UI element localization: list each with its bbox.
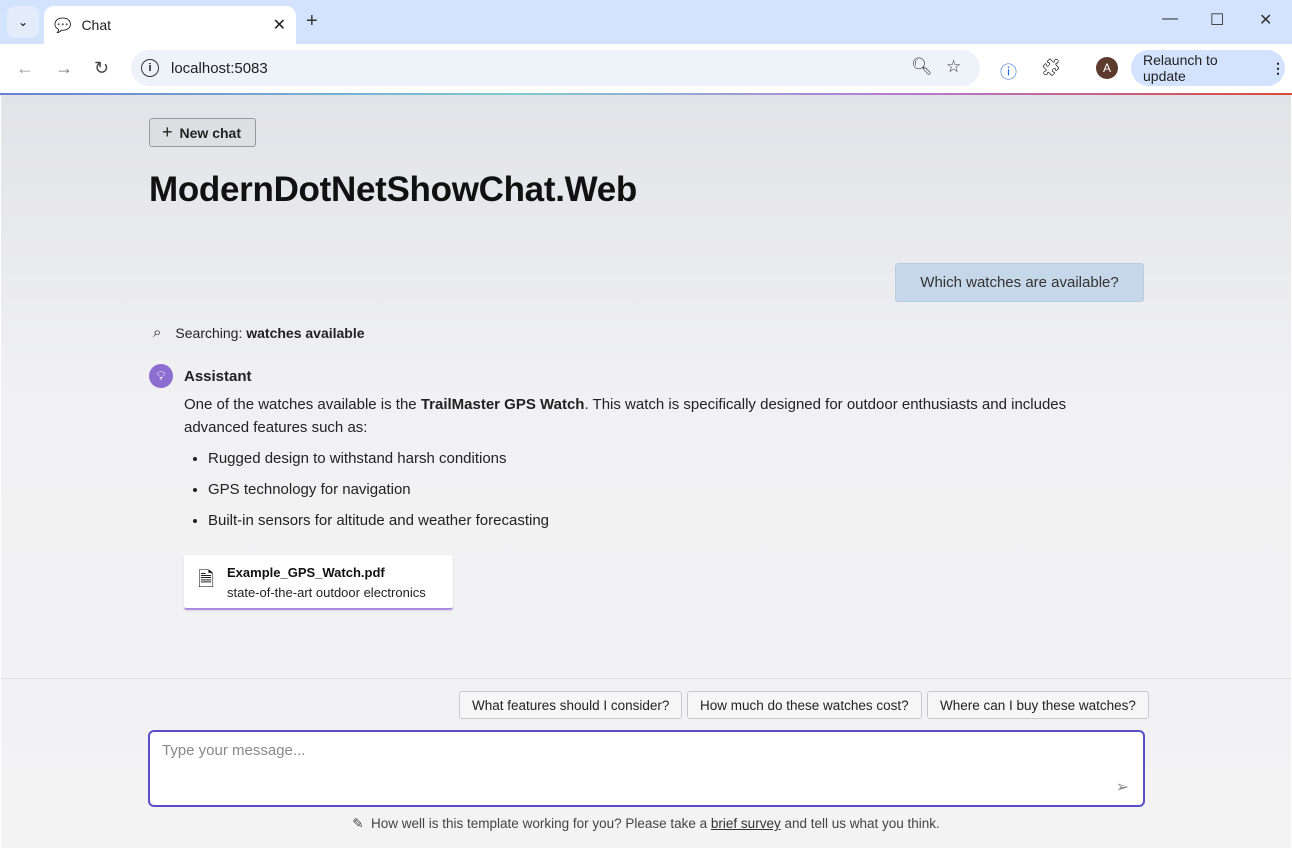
new-chat-label: New chat <box>179 124 241 141</box>
maximize-button[interactable]: ☐ <box>1210 10 1224 30</box>
kebab-menu-icon[interactable]: ⋮ <box>1271 60 1285 77</box>
browser-toolbar: ← → ↻ i localhost:5083 🔍︎ ☆ ⓘ 🧩︎ A Relau… <box>0 44 1292 94</box>
citation-quote: state-of-the-art outdoor electronics <box>227 585 426 600</box>
relaunch-label: Relaunch to update <box>1143 52 1218 84</box>
suggestion-button[interactable]: What features should I consider? <box>459 691 683 719</box>
send-icon[interactable]: ➢ <box>1116 777 1129 797</box>
address-bar[interactable]: i localhost:5083 🔍︎ ☆ <box>131 50 980 86</box>
tab-search-button[interactable]: ⌄ <box>7 6 39 38</box>
avatar[interactable]: A <box>1096 57 1118 79</box>
plus-icon: + <box>162 122 173 142</box>
extensions-icon[interactable]: 🧩︎ <box>1040 58 1062 78</box>
tab-chat[interactable]: 💬 Chat ✕ <box>44 6 296 44</box>
product-name: TrailMaster GPS Watch <box>420 396 585 413</box>
zoom-icon[interactable]: 🔍︎ <box>911 57 933 77</box>
survey-footer: ✎ How well is this template working for … <box>1 816 1291 832</box>
pencil-icon: ✎ <box>352 816 364 831</box>
assistant-text: One of the watches available is the Trai… <box>184 393 1104 540</box>
message-input[interactable] <box>162 742 1062 759</box>
document-icon: 🗎 <box>198 569 215 591</box>
url-text[interactable]: localhost:5083 <box>171 60 268 77</box>
footer-text: How well is this template working for yo… <box>371 816 711 831</box>
list-item: GPS technology for navigation <box>208 478 1104 501</box>
chat-icon: 💬 <box>54 16 72 33</box>
citation-card[interactable]: 🗎 Example_GPS_Watch.pdf state-of-the-art… <box>184 555 453 610</box>
password-manager-icon[interactable]: ⓘ <box>1000 58 1017 83</box>
close-tab-icon[interactable]: ✕ <box>273 15 286 35</box>
feature-list: Rugged design to withstand harsh conditi… <box>184 447 1104 532</box>
divider <box>1 678 1291 679</box>
citation-file: Example_GPS_Watch.pdf <box>227 565 385 580</box>
list-item: Built-in sensors for altitude and weathe… <box>208 509 1104 532</box>
forward-button[interactable]: → <box>55 58 73 79</box>
suggestion-button[interactable]: Where can I buy these watches? <box>927 691 1149 719</box>
tab-title: Chat <box>81 17 112 33</box>
site-info-icon[interactable]: i <box>141 59 159 77</box>
chat-page: + New chat ModernDotNetShowChat.Web Which… <box>1 95 1291 848</box>
minimize-button[interactable]: — <box>1162 10 1178 28</box>
search-icon: ⌕ <box>153 324 162 341</box>
relaunch-button[interactable]: Relaunch to update ⋮ <box>1131 50 1285 86</box>
list-item: Rugged design to withstand harsh conditi… <box>208 447 1104 470</box>
footer-text-2: and tell us what you think. <box>780 816 940 831</box>
search-status: ⌕ Searching: watches available <box>153 324 365 341</box>
new-chat-button[interactable]: + New chat <box>149 118 256 147</box>
close-window-button[interactable]: ✕ <box>1259 10 1272 30</box>
tab-strip: ⌄ 💬 Chat ✕ + — ☐ ✕ <box>0 0 1292 44</box>
assistant-name: Assistant <box>184 368 252 385</box>
survey-link[interactable]: brief survey <box>711 816 781 831</box>
suggestion-button[interactable]: How much do these watches cost? <box>687 691 922 719</box>
user-message: Which watches are available? <box>895 263 1144 302</box>
new-tab-button[interactable]: + <box>306 10 318 33</box>
lightbulb-icon: 💡︎ <box>149 364 173 388</box>
bookmark-star-icon[interactable]: ☆ <box>946 57 961 77</box>
message-box[interactable]: ➢ <box>148 730 1145 807</box>
intro-text: One of the watches available is the <box>184 396 421 413</box>
reload-button[interactable]: ↻ <box>94 58 109 79</box>
page-title: ModernDotNetShowChat.Web <box>149 170 637 209</box>
search-prefix: Searching: <box>175 324 243 341</box>
back-button[interactable]: ← <box>16 58 34 79</box>
search-query: watches available <box>246 324 365 341</box>
